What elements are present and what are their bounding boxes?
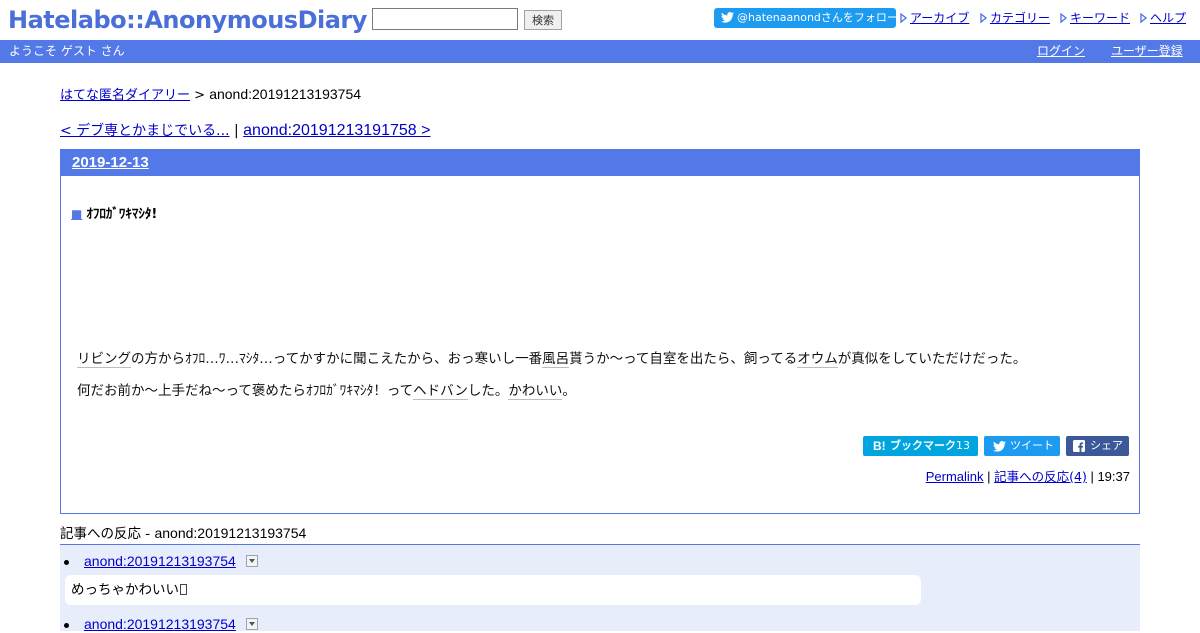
bookmark-label: ブックマーク bbox=[890, 439, 956, 452]
twitter-follow-label: @hatenaanondさんをフォロー bbox=[737, 11, 896, 24]
reactions-heading-text: 記事への反応 - bbox=[60, 526, 155, 542]
entry-title: ■ ｵﾌﾛｶﾞﾜｷﾏｼﾀ! bbox=[71, 203, 157, 223]
expand-toggle[interactable] bbox=[246, 555, 258, 567]
nav-category-link[interactable]: カテゴリー bbox=[990, 11, 1050, 25]
entry-time: 19:37 bbox=[1097, 469, 1130, 484]
meta-separator: | bbox=[983, 469, 995, 484]
keyword-link[interactable]: リビング bbox=[77, 351, 131, 368]
breadcrumb: はてな匿名ダイアリー > anond:20191213193754 bbox=[60, 85, 361, 103]
share-label: シェア bbox=[1090, 439, 1123, 452]
site-header: Hatelabo::AnonymousDiary 検索 @hatenaanond… bbox=[0, 0, 1200, 40]
keyword-link[interactable]: 風呂 bbox=[542, 351, 570, 368]
reaction-text: めっちゃかわいい bbox=[71, 582, 179, 598]
share-buttons: B! ブックマーク 13 ツイート シェア bbox=[61, 436, 1139, 456]
login-link[interactable]: ログイン bbox=[1037, 40, 1085, 62]
nav-keyword-link[interactable]: キーワード bbox=[1070, 11, 1130, 25]
user-bar: ようこそ ゲスト さん ログイン ユーザー登録 bbox=[0, 40, 1200, 63]
register-link[interactable]: ユーザー登録 bbox=[1111, 40, 1183, 62]
breadcrumb-home-link[interactable]: はてな匿名ダイアリー bbox=[60, 88, 190, 103]
meta-separator: | bbox=[1086, 469, 1098, 484]
body-text: 。 bbox=[562, 383, 576, 399]
reaction-item: anond:20191213193754 めっちゃかわいい bbox=[60, 552, 1140, 607]
day-date-link[interactable]: 2019-12-13 bbox=[72, 154, 149, 172]
entry-permalink-square[interactable]: ■ bbox=[71, 207, 82, 221]
entry-meta: Permalink | 記事への反応(4) | 19:37 bbox=[926, 468, 1130, 486]
twitter-follow-button[interactable]: @hatenaanondさんをフォロー bbox=[714, 8, 896, 28]
reactions-heading: 記事への反応 - anond:20191213193754 bbox=[60, 524, 306, 542]
chevron-down-icon bbox=[249, 559, 255, 563]
breadcrumb-separator: > bbox=[190, 88, 210, 103]
day-section: 2019-12-13 ■ ｵﾌﾛｶﾞﾜｷﾏｼﾀ! リビングの方からｵﾌﾛ…ﾜ…ﾏｼ… bbox=[60, 149, 1140, 514]
site-logo[interactable]: Hatelabo::AnonymousDiary bbox=[8, 5, 367, 35]
tweet-button[interactable]: ツイート bbox=[984, 436, 1060, 456]
tweet-label: ツイート bbox=[1010, 439, 1054, 452]
triangle-marker-icon bbox=[900, 13, 907, 23]
unknown-glyph bbox=[180, 584, 187, 595]
body-text: 何だお前か〜上手だね〜って褒めたらｵﾌﾛｶﾞﾜｷﾏｼﾀ！って bbox=[77, 383, 414, 399]
expand-toggle[interactable] bbox=[246, 618, 258, 630]
nav-help[interactable]: ヘルプ bbox=[1140, 11, 1186, 25]
nav-help-link[interactable]: ヘルプ bbox=[1150, 11, 1186, 25]
facebook-share-button[interactable]: シェア bbox=[1066, 436, 1129, 456]
nav-archive[interactable]: アーカイブ bbox=[900, 11, 969, 25]
prev-next-separator: | bbox=[229, 123, 244, 139]
bookmark-count: 13 bbox=[956, 439, 970, 452]
entry-body-line-1: リビングの方からｵﾌﾛ…ﾜ…ﾏｼﾀ…ってかすかに聞こえたから、おっ寒いし一番風呂… bbox=[77, 349, 1026, 369]
facebook-f-icon bbox=[1073, 440, 1085, 452]
nav-archive-link[interactable]: アーカイブ bbox=[910, 11, 969, 25]
triangle-marker-icon bbox=[1060, 13, 1067, 23]
nav-category[interactable]: カテゴリー bbox=[980, 11, 1050, 25]
keyword-link[interactable]: かわいい bbox=[508, 383, 563, 400]
day-header: 2019-12-13 bbox=[61, 150, 1139, 176]
permalink-link[interactable]: Permalink bbox=[926, 469, 984, 484]
nav-keyword[interactable]: キーワード bbox=[1060, 11, 1130, 25]
hatena-bookmark-button[interactable]: B! ブックマーク 13 bbox=[863, 436, 978, 456]
prev-next-nav: < デブ専とかまじでいる... | anond:20191213191758 > bbox=[60, 121, 430, 141]
hatena-b-icon: B! bbox=[873, 439, 886, 453]
reaction-link[interactable]: anond:20191213193754 bbox=[84, 615, 236, 633]
body-text: の方からｵﾌﾛ…ﾜ…ﾏｼﾀ…ってかすかに聞こえたから、おっ寒いし一番 bbox=[131, 351, 543, 367]
list-bullet bbox=[64, 560, 69, 565]
reaction-item: anond:20191213193754 bbox=[60, 615, 1140, 633]
next-entry-link[interactable]: anond:20191213191758 > bbox=[243, 122, 430, 139]
chevron-down-icon bbox=[249, 622, 255, 626]
triangle-marker-icon bbox=[1140, 13, 1147, 23]
search-input[interactable] bbox=[372, 8, 518, 30]
twitter-bird-icon bbox=[993, 441, 1006, 452]
reaction-link[interactable]: anond:20191213193754 bbox=[84, 552, 236, 570]
reaction-body: めっちゃかわいい bbox=[65, 575, 921, 605]
reactions-heading-id: anond:20191213193754 bbox=[154, 525, 307, 541]
entry-title-text: ｵﾌﾛｶﾞﾜｷﾏｼﾀ! bbox=[86, 207, 158, 222]
list-bullet bbox=[64, 623, 69, 628]
reactions-link[interactable]: 記事への反応(4) bbox=[994, 469, 1087, 484]
reactions-list: anond:20191213193754 めっちゃかわいい anond:2019… bbox=[60, 544, 1140, 633]
twitter-bird-icon bbox=[721, 12, 734, 23]
prev-entry-link[interactable]: < デブ専とかまじでいる... bbox=[60, 123, 230, 139]
search-button[interactable]: 検索 bbox=[524, 10, 562, 30]
keyword-link[interactable]: オウム bbox=[797, 351, 838, 368]
welcome-text: ようこそ ゲスト さん bbox=[9, 44, 125, 58]
body-text: が真似をしていただけだった。 bbox=[837, 351, 1027, 367]
entry-body-line-2: 何だお前か〜上手だね〜って褒めたらｵﾌﾛｶﾞﾜｷﾏｼﾀ！ってヘドバンした。かわい… bbox=[77, 381, 576, 401]
triangle-marker-icon bbox=[980, 13, 987, 23]
keyword-link[interactable]: ヘドバン bbox=[413, 383, 468, 400]
body-text: した。 bbox=[467, 383, 509, 399]
breadcrumb-current: anond:20191213193754 bbox=[209, 86, 362, 102]
body-text: 貰うか〜って自室を出たら、飼ってる bbox=[569, 351, 798, 367]
